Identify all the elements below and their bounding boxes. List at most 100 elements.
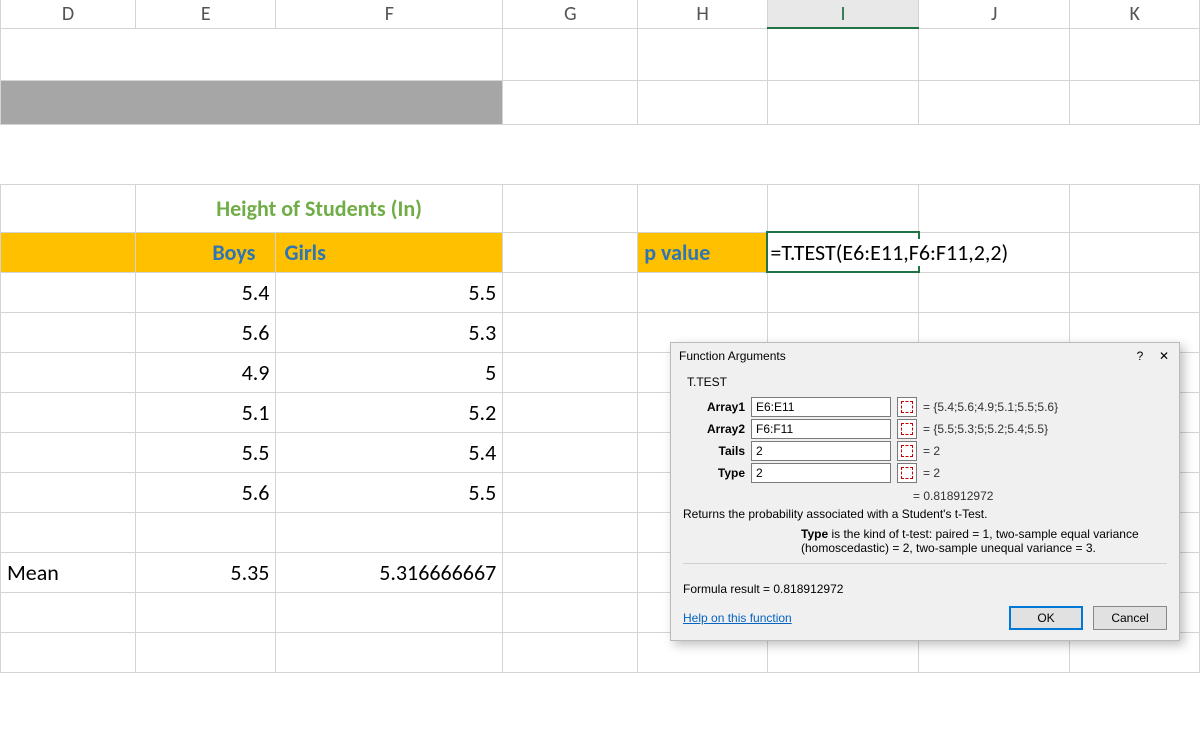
col-I[interactable]: I: [767, 0, 918, 28]
col-E[interactable]: E: [136, 0, 276, 28]
col-F[interactable]: F: [276, 0, 503, 28]
cell[interactable]: [1, 472, 136, 512]
cell[interactable]: [1070, 28, 1200, 80]
cell[interactable]: [276, 512, 503, 552]
cell[interactable]: [919, 272, 1070, 312]
cell[interactable]: [638, 28, 768, 80]
cell[interactable]: [638, 272, 768, 312]
cell[interactable]: [503, 28, 638, 80]
range-select-icon[interactable]: [897, 463, 917, 483]
cell[interactable]: [767, 28, 918, 80]
cell[interactable]: [919, 184, 1070, 232]
range-select-icon[interactable]: [897, 419, 917, 439]
cell[interactable]: 5.5: [276, 472, 503, 512]
arg-result: = 2: [923, 466, 940, 480]
col-G[interactable]: G: [503, 0, 638, 28]
cell[interactable]: 5: [276, 352, 503, 392]
cell[interactable]: 5.3: [276, 312, 503, 352]
col-J[interactable]: J: [919, 0, 1070, 28]
col-H[interactable]: H: [638, 0, 768, 28]
grey-row: [1, 80, 503, 124]
close-icon[interactable]: ✕: [1157, 349, 1171, 363]
cell[interactable]: [136, 632, 276, 672]
cell[interactable]: 5.5: [136, 432, 276, 472]
cell[interactable]: [503, 592, 638, 632]
arg-label: Type: [683, 466, 745, 480]
cell[interactable]: [276, 632, 503, 672]
cell[interactable]: [503, 552, 638, 592]
arg-row-array1: Array1 = {5.4;5.6;4.9;5.1;5.5;5.6}: [683, 397, 1167, 417]
cell[interactable]: [1, 632, 136, 672]
cell[interactable]: [1, 592, 136, 632]
cell[interactable]: [1070, 232, 1200, 272]
cell[interactable]: [767, 272, 918, 312]
cell[interactable]: [276, 592, 503, 632]
cell[interactable]: [1, 184, 136, 232]
cell[interactable]: [503, 512, 638, 552]
mean-girls[interactable]: 5.316666667: [276, 552, 503, 592]
cell[interactable]: [503, 632, 638, 672]
column-headers: D E F G H I J K: [1, 0, 1200, 28]
col-D[interactable]: D: [1, 0, 136, 28]
cell[interactable]: [1, 392, 136, 432]
arg-result: = {5.5;5.3;5;5.2;5.4;5.5}: [923, 422, 1048, 436]
cell[interactable]: [1070, 272, 1200, 312]
cell[interactable]: [503, 272, 638, 312]
function-desc: Returns the probability associated with …: [683, 507, 1167, 521]
range-select-icon[interactable]: [897, 397, 917, 417]
array2-input[interactable]: [751, 419, 891, 439]
cell[interactable]: [1, 312, 136, 352]
cell[interactable]: 5.1: [136, 392, 276, 432]
cell[interactable]: [919, 80, 1070, 124]
ttest-title: T-TEST: [1, 28, 503, 80]
formula-cell[interactable]: =T.TEST(E6:E11,F6:F11,2,2): [767, 232, 918, 272]
tails-input[interactable]: [751, 441, 891, 461]
cell[interactable]: [1070, 184, 1200, 232]
type-input[interactable]: [751, 463, 891, 483]
col-K[interactable]: K: [1070, 0, 1200, 28]
cell[interactable]: [136, 512, 276, 552]
cell[interactable]: [503, 432, 638, 472]
cell[interactable]: [767, 184, 918, 232]
help-link[interactable]: Help on this function: [683, 611, 999, 625]
cell[interactable]: 5.4: [276, 432, 503, 472]
cell[interactable]: 5.4: [136, 272, 276, 312]
cell[interactable]: [1, 232, 136, 272]
cell[interactable]: [767, 80, 918, 124]
cell[interactable]: [1070, 80, 1200, 124]
cell[interactable]: [503, 392, 638, 432]
cell[interactable]: [503, 80, 638, 124]
cell[interactable]: 5.6: [136, 472, 276, 512]
arg-result: = {5.4;5.6;4.9;5.1;5.5;5.6}: [923, 400, 1058, 414]
cell[interactable]: 5.5: [276, 272, 503, 312]
girls-header: Girls: [276, 232, 503, 272]
boys-header: Boys: [136, 232, 276, 272]
cell[interactable]: [1, 432, 136, 472]
help-icon[interactable]: ?: [1133, 349, 1147, 363]
cell[interactable]: [503, 312, 638, 352]
mean-boys[interactable]: 5.35: [136, 552, 276, 592]
cell[interactable]: 5.6: [136, 312, 276, 352]
pvalue-label: p value: [638, 232, 768, 272]
cancel-button[interactable]: Cancel: [1093, 606, 1167, 630]
cell[interactable]: [1, 272, 136, 312]
cell[interactable]: [503, 352, 638, 392]
ok-button[interactable]: OK: [1009, 606, 1083, 630]
cell[interactable]: [1, 352, 136, 392]
range-select-icon[interactable]: [897, 441, 917, 461]
cell[interactable]: [919, 28, 1070, 80]
cell[interactable]: [638, 184, 768, 232]
array1-input[interactable]: [751, 397, 891, 417]
arg-result: = 2: [923, 444, 940, 458]
cell[interactable]: [638, 80, 768, 124]
cell[interactable]: [503, 184, 638, 232]
cell[interactable]: 4.9: [136, 352, 276, 392]
function-arguments-dialog: Function Arguments ? ✕ T.TEST Array1 = {…: [670, 342, 1180, 641]
cell[interactable]: [1, 124, 1200, 184]
arg-desc: Type is the kind of t-test: paired = 1, …: [801, 527, 1167, 555]
cell[interactable]: [136, 592, 276, 632]
cell[interactable]: [503, 472, 638, 512]
cell[interactable]: [1, 512, 136, 552]
cell[interactable]: [503, 232, 638, 272]
cell[interactable]: 5.2: [276, 392, 503, 432]
